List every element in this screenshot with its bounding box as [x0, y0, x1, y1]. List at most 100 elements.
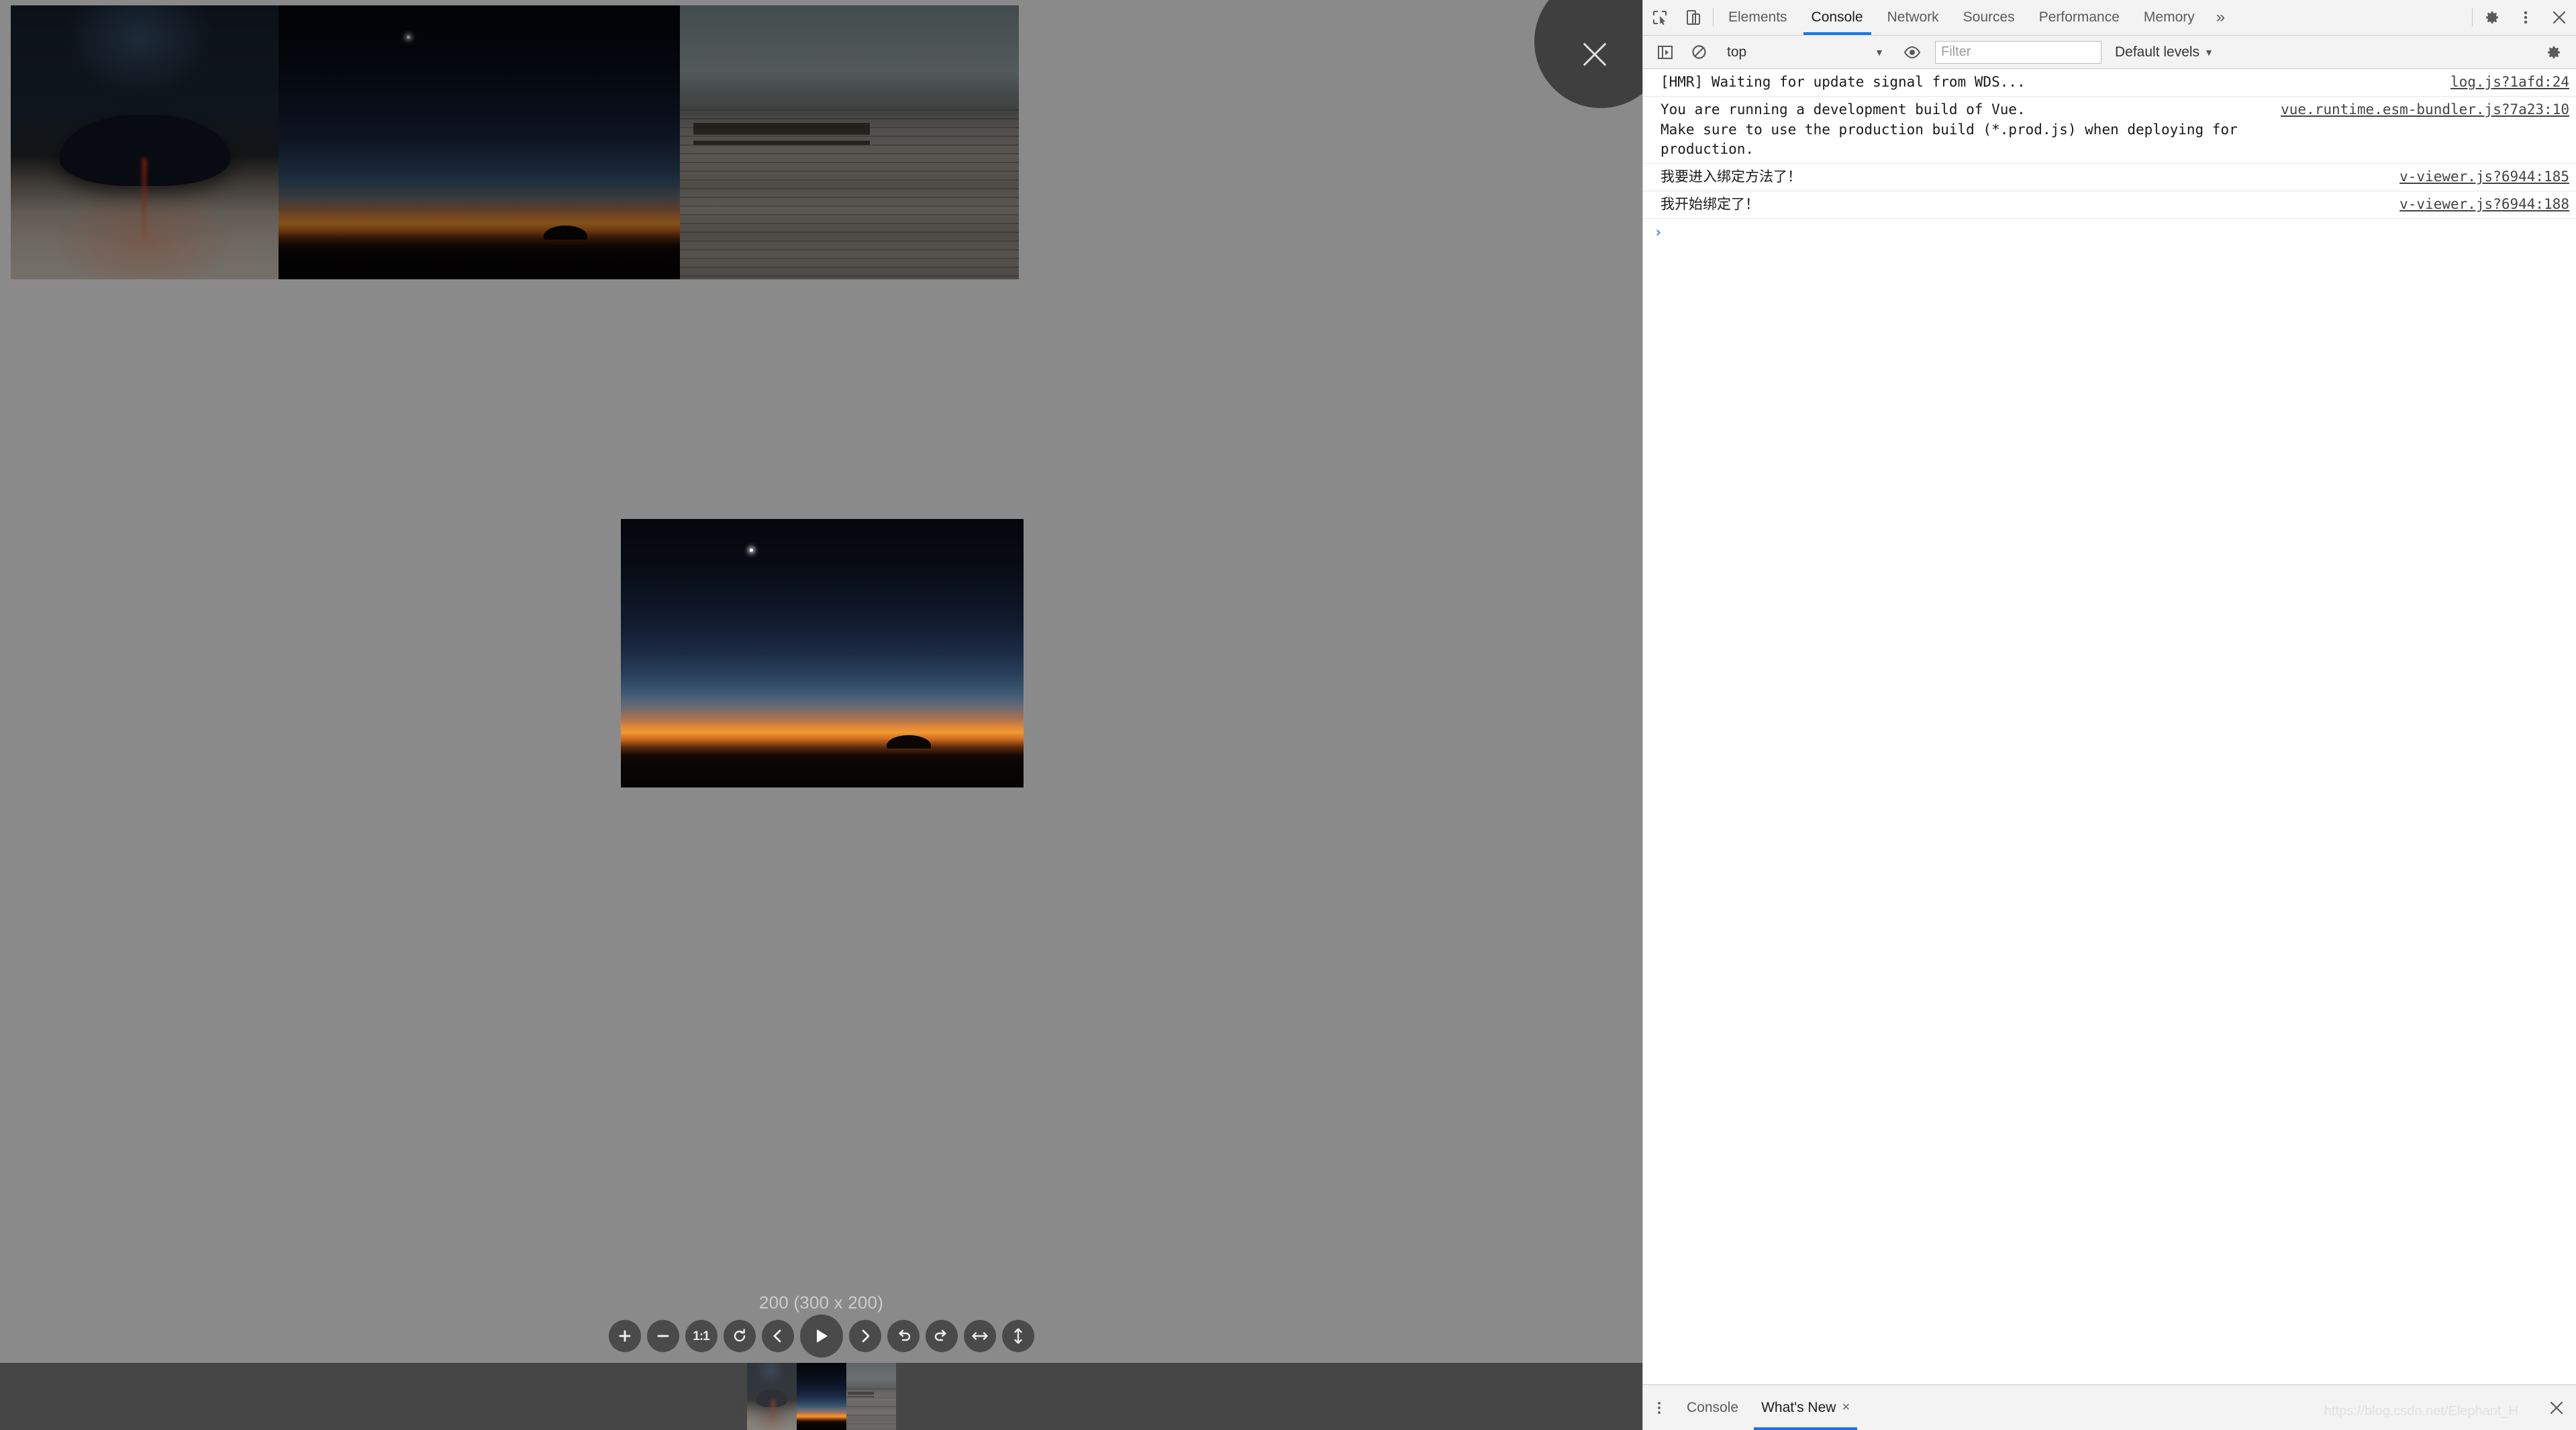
thumb-controller[interactable]: [746, 1363, 797, 1430]
tab-label: Elements: [1728, 9, 1787, 25]
prompt-caret-icon: ›: [1654, 224, 1663, 241]
reset-icon: [734, 1329, 745, 1342]
tab-label: Sources: [1963, 9, 2015, 25]
thumb-sunset[interactable]: [796, 1363, 846, 1430]
chevron-down-icon: ▼: [2204, 46, 2214, 58]
console-message-source[interactable]: vue.runtime.esm-bundler.js?7a23:10: [2281, 100, 2569, 120]
console-message-source[interactable]: log.js?1afd:24: [2450, 73, 2569, 93]
flip-vertical-button[interactable]: [1001, 1320, 1034, 1352]
gear-icon: [2548, 46, 2560, 58]
devtools-close-button[interactable]: [2542, 0, 2576, 35]
rotate-left-button[interactable]: [887, 1320, 920, 1352]
play-icon: [816, 1329, 828, 1343]
drawer-more-options-button[interactable]: [1643, 1385, 1675, 1430]
console-message-source[interactable]: v-viewer.js?6944:188: [2399, 195, 2569, 215]
toolbar-divider: [1713, 8, 1714, 27]
console-filter-toolbar: top ▼ Default levels ▼: [1643, 36, 2576, 69]
tabbar-spacer: [2234, 0, 2469, 35]
next-icon: [862, 1329, 869, 1343]
devtools-tabbar: Elements Console Network Sources Perform…: [1643, 0, 2576, 36]
flip-horizontal-icon: [971, 1332, 988, 1340]
devtools-tab-list: Elements Console Network Sources Perform…: [1716, 0, 2234, 35]
flip-horizontal-button[interactable]: [963, 1320, 996, 1352]
chevron-double-right-icon: »: [2216, 8, 2226, 26]
console-message-text: 我要进入绑定方法了！: [1661, 169, 1801, 185]
console-filter-input[interactable]: [1935, 40, 2101, 64]
console-message[interactable]: [HMR] Waiting for update signal from WDS…: [1643, 69, 2576, 97]
flip-vertical-icon: [1013, 1328, 1022, 1344]
console-sidebar-toggle-button[interactable]: [1648, 45, 1682, 60]
tab-performance[interactable]: Performance: [2027, 0, 2132, 35]
console-message[interactable]: You are running a development build of V…: [1643, 97, 2576, 164]
close-icon: [2553, 11, 2566, 24]
play-button[interactable]: [799, 1315, 843, 1357]
settings-button[interactable]: [2475, 0, 2509, 35]
console-context-selector[interactable]: top ▼: [1722, 41, 1889, 64]
live-expression-button[interactable]: [1895, 46, 1929, 59]
screen: 200 (300 x 200) 1:1 Elements Console Net…: [0, 0, 2576, 1430]
console-prompt[interactable]: ›: [1643, 219, 2576, 248]
chevron-down-icon: ▼: [1875, 46, 1884, 58]
toolbar-divider: [2472, 8, 2473, 27]
viewer-toolbar: 1:1: [0, 1315, 1642, 1357]
eye-icon: [1903, 46, 1921, 58]
devtools-drawer-tabbar: Console What's New × https://blog.csdn.n…: [1643, 1384, 2576, 1430]
tab-label: Console: [1811, 9, 1863, 25]
reset-button[interactable]: [723, 1320, 756, 1352]
tab-sources[interactable]: Sources: [1951, 0, 2027, 35]
viewer-title: 200 (300 x 200): [758, 1292, 884, 1313]
inspect-cursor-icon: [1653, 11, 1667, 26]
console-message[interactable]: 我开始绑定了！ v-viewer.js?6944:188: [1643, 191, 2576, 219]
more-tabs-button[interactable]: »: [2207, 0, 2234, 35]
kebab-menu-icon: [2524, 11, 2528, 24]
tab-network[interactable]: Network: [1875, 0, 1951, 35]
console-message-source[interactable]: v-viewer.js?6944:185: [2399, 167, 2569, 187]
context-value: top: [1727, 44, 1747, 60]
drawer-tab-console[interactable]: Console: [1675, 1385, 1750, 1430]
viewer-canvas[interactable]: 200 (300 x 200) 1:1: [0, 0, 1667, 1363]
zoom-out-button[interactable]: [646, 1320, 679, 1352]
kebab-menu-icon: [1658, 1401, 1661, 1414]
next-button[interactable]: [848, 1320, 881, 1352]
watermark: https://blog.csdn.net/Elephant_H: [2324, 1404, 2518, 1419]
device-toggle-icon: [1687, 10, 1700, 25]
viewer-thumbnail-navbar[interactable]: [0, 1363, 1642, 1430]
tab-elements[interactable]: Elements: [1716, 0, 1799, 35]
tab-label: Memory: [2143, 9, 2195, 25]
console-message-text: 我开始绑定了！: [1661, 196, 1759, 213]
console-message-text: [HMR] Waiting for update signal from WDS…: [1661, 74, 2026, 90]
star-highlight: [750, 549, 753, 552]
console-log-levels-selector[interactable]: Default levels ▼: [2108, 41, 2220, 64]
tab-label: Network: [1887, 9, 1939, 25]
tab-memory[interactable]: Memory: [2132, 0, 2207, 35]
prev-button[interactable]: [761, 1320, 794, 1352]
tab-label: Performance: [2038, 9, 2120, 25]
console-message[interactable]: 我要进入绑定方法了！ v-viewer.js?6944:185: [1643, 164, 2576, 192]
devtools-main-menu-button[interactable]: [2509, 0, 2542, 35]
drawer-close-button[interactable]: [2537, 1385, 2576, 1430]
clear-console-button[interactable]: [1682, 44, 1716, 60]
inspect-element-button[interactable]: [1643, 0, 1677, 35]
one-to-one-button[interactable]: 1:1: [685, 1320, 717, 1352]
viewer-main-image[interactable]: [621, 519, 1024, 788]
close-icon: [2550, 1401, 2563, 1414]
rotate-right-icon: [934, 1329, 946, 1341]
drawer-tab-label: Console: [1687, 1399, 1739, 1415]
levels-label: Default levels: [2115, 44, 2200, 60]
image-viewer-overlay: 200 (300 x 200) 1:1: [0, 0, 1667, 1430]
console-settings-button[interactable]: [2537, 44, 2571, 60]
thumb-boardwalk[interactable]: [846, 1363, 896, 1430]
thumbnail-list: [746, 1363, 896, 1430]
close-icon: [1579, 39, 1610, 70]
horizon-mound: [887, 735, 931, 749]
device-toolbar-button[interactable]: [1677, 0, 1710, 35]
zoom-in-button[interactable]: [608, 1320, 641, 1352]
drawer-tab-label: What's New: [1761, 1399, 1836, 1415]
console-message-list[interactable]: [HMR] Waiting for update signal from WDS…: [1643, 69, 2576, 1384]
rotate-right-button[interactable]: [925, 1320, 958, 1352]
no-entry-icon: [1691, 45, 1706, 59]
close-icon[interactable]: ×: [1842, 1400, 1850, 1415]
drawer-tab-whats-new[interactable]: What's New ×: [1750, 1385, 1861, 1430]
tab-console[interactable]: Console: [1799, 0, 1875, 35]
zoom-in-icon: [619, 1330, 630, 1342]
